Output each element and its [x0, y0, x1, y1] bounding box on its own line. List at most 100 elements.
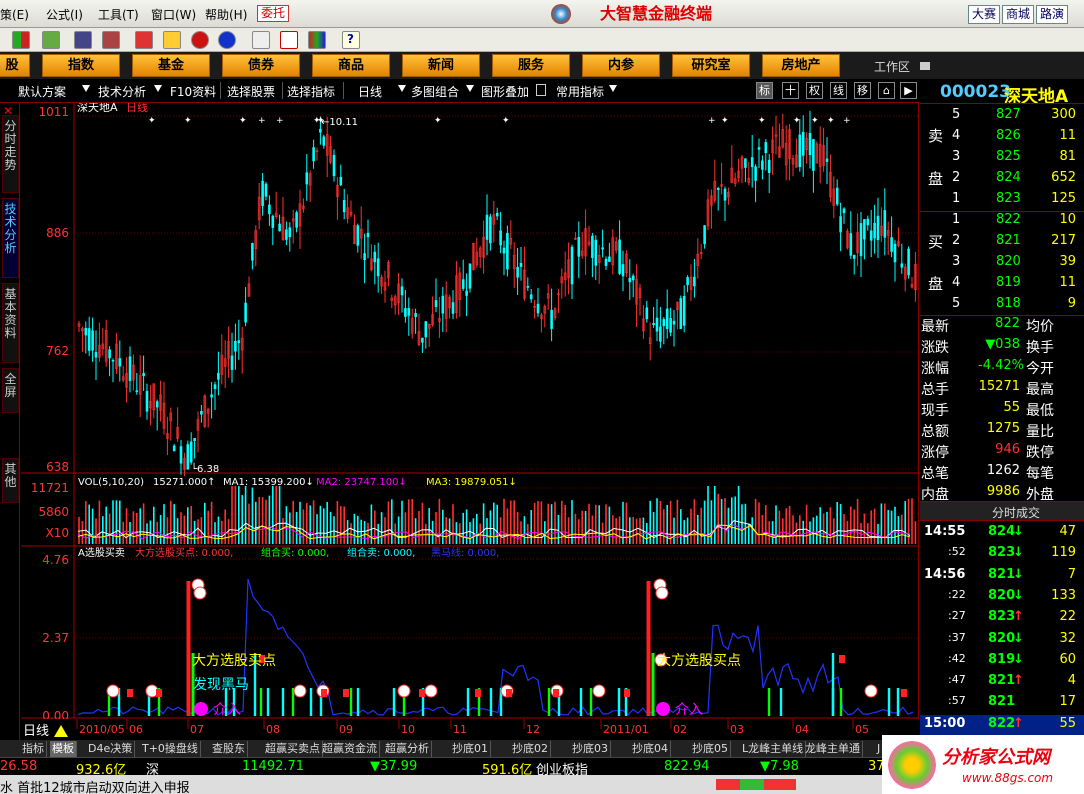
chart-canvas[interactable]: 深天地A 日线1011886762638117215860X104.762.370…	[21, 100, 919, 740]
market-icon[interactable]	[12, 31, 30, 49]
workspace-label[interactable]: 工作区	[874, 58, 910, 75]
multi-chart-menu[interactable]: 多图组合	[411, 83, 459, 100]
multi-dropdown-icon[interactable]	[466, 85, 474, 92]
nav-fund[interactable]: 基金	[132, 54, 210, 77]
nav-stock[interactable]: 股	[0, 54, 30, 77]
default-scheme[interactable]: 默认方案	[18, 83, 66, 100]
alert-icon[interactable]	[102, 31, 120, 49]
bid-price[interactable]: 819	[996, 275, 1021, 290]
tab-other[interactable]: 其他	[2, 458, 19, 503]
formula-tab[interactable]: 指标	[20, 741, 47, 757]
formula-tab[interactable]: 超赢资金流	[320, 741, 380, 757]
period-menu[interactable]: 日线	[358, 83, 382, 100]
stat-label-2: 今开	[1026, 361, 1054, 377]
period-dropdown-icon[interactable]	[398, 85, 406, 92]
formula-tab[interactable]: 抄底03	[570, 741, 611, 757]
mall-button[interactable]: 商城	[1002, 5, 1034, 24]
trade-time: :52	[948, 545, 966, 559]
move-button[interactable]: 移	[854, 82, 871, 99]
tab-fundamental[interactable]: 基本资料	[2, 283, 19, 363]
bid-price[interactable]: 822	[996, 212, 1021, 227]
formula-tab[interactable]: 查股东	[210, 741, 248, 757]
formula-tab[interactable]: 抄底01	[450, 741, 491, 757]
books-icon[interactable]	[308, 31, 326, 49]
news-icon[interactable]	[135, 31, 153, 49]
ask-level: 2	[952, 170, 961, 185]
select-indicator-menu[interactable]: 选择指标	[287, 83, 335, 100]
note-icon[interactable]	[252, 31, 270, 49]
bid-price[interactable]: 820	[996, 254, 1021, 269]
nav-news[interactable]: 新闻	[402, 54, 480, 77]
lock-icon[interactable]	[536, 84, 546, 96]
rights-button[interactable]: 权	[806, 82, 823, 99]
stock-code: 000023	[940, 82, 1011, 102]
formula-tab[interactable]: 超赢买卖点	[263, 741, 323, 757]
crosshair-button[interactable]: 十	[782, 82, 799, 99]
tab-fullscreen[interactable]: 全屏	[2, 368, 19, 413]
tab-intraday[interactable]: 分时走势	[2, 115, 19, 193]
blue-circle-icon[interactable]	[218, 31, 236, 49]
bid-price[interactable]: 821	[996, 233, 1021, 248]
ask-volume: 652	[1051, 170, 1076, 185]
mark-button[interactable]: 标	[756, 82, 773, 99]
diamond-icon[interactable]	[163, 31, 181, 49]
price-tick-label: 1011	[38, 105, 69, 119]
shrink-icon[interactable]: ⌂	[878, 82, 895, 99]
ask-volume: 125	[1051, 191, 1076, 206]
ask-price[interactable]: 826	[996, 128, 1021, 143]
ask-price[interactable]: 823	[996, 191, 1021, 206]
date-tick-label: 04	[795, 723, 809, 736]
formula-tab[interactable]: 模板	[50, 741, 77, 757]
binocular-icon[interactable]	[74, 31, 92, 49]
contest-button[interactable]: 大赛	[968, 5, 1000, 24]
formula-tab[interactable]: D4e决策	[86, 741, 136, 757]
menu-help[interactable]: 帮助(H)	[205, 6, 247, 23]
ask-price[interactable]: 825	[996, 149, 1021, 164]
candle-body	[859, 223, 863, 257]
tab-technical[interactable]: 技术分析	[2, 198, 19, 278]
nav-service[interactable]: 服务	[492, 54, 570, 77]
trade-price: 824	[988, 524, 1016, 539]
nav-index[interactable]: 指数	[42, 54, 120, 77]
tech-analysis-menu[interactable]: 技术分析	[98, 83, 146, 100]
select-stock-menu[interactable]: 选择股票	[227, 83, 275, 100]
nav-bond[interactable]: 债券	[222, 54, 300, 77]
ask-price[interactable]: 824	[996, 170, 1021, 185]
play-icon[interactable]: ▶	[900, 82, 917, 99]
kline-chart-panel[interactable]: 深天地A 日线 1011 886 762 638 11721 5860 X10 4.76 2.37 0…	[21, 100, 919, 740]
watermark-title: 分析家公式网	[942, 747, 1050, 768]
nav-insider[interactable]: 内参	[582, 54, 660, 77]
nav-commodity[interactable]: 商品	[312, 54, 390, 77]
red-circle-icon[interactable]	[191, 31, 209, 49]
roadshow-button[interactable]: 路演	[1036, 5, 1068, 24]
formula-tab[interactable]: 抄底04	[630, 741, 671, 757]
workspace-dropdown-icon[interactable]	[920, 62, 930, 70]
line-button[interactable]: 线	[830, 82, 847, 99]
entrust-button[interactable]: 委托	[257, 5, 289, 22]
window-icon[interactable]	[280, 31, 298, 49]
common-indicator-menu[interactable]: 常用指标	[556, 83, 604, 100]
tech-dropdown-icon[interactable]	[154, 85, 162, 92]
indicator-dropdown-icon[interactable]	[609, 85, 617, 92]
ask-price[interactable]: 827	[996, 107, 1021, 122]
chart-icon[interactable]	[42, 31, 60, 49]
f10-menu[interactable]: F10资料	[170, 83, 216, 100]
nav-research[interactable]: 研究室	[672, 54, 750, 77]
menu-tools[interactable]: 工具(T)	[98, 6, 139, 23]
nav-realestate[interactable]: 房地产	[762, 54, 840, 77]
formula-tab[interactable]: 抄底02	[510, 741, 551, 757]
menu-formula[interactable]: 公式(I)	[46, 6, 83, 23]
scheme-dropdown-icon[interactable]	[82, 85, 90, 92]
menu-strategy[interactable]: 策(E)	[0, 6, 29, 23]
overlay-menu[interactable]: 图形叠加	[481, 83, 529, 100]
formula-tab[interactable]: 龙峰主单通	[803, 741, 863, 757]
menu-window[interactable]: 窗口(W)	[151, 6, 196, 23]
help-icon[interactable]: ?	[342, 31, 360, 49]
news-text[interactable]: 水 首批12城市启动双向进入申报	[0, 777, 190, 794]
candle-body	[842, 208, 846, 214]
bid-price[interactable]: 818	[996, 296, 1021, 311]
formula-tab[interactable]: L龙峰主单线	[740, 741, 807, 757]
formula-tab[interactable]: 抄底05	[690, 741, 731, 757]
formula-tab[interactable]: T+0操盘线	[140, 741, 201, 757]
formula-tab[interactable]: 超赢分析	[383, 741, 432, 757]
